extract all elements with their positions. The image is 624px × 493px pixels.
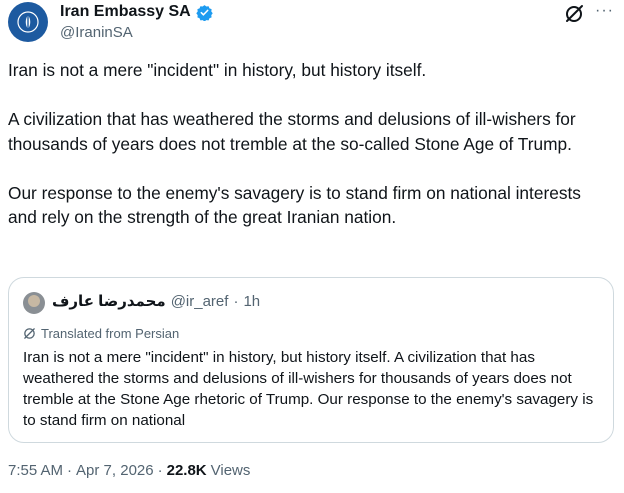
tweet-meta: 7:55 AM · Apr 7, 2026 · 22.8K Views — [8, 462, 250, 479]
separator: · — [67, 462, 73, 479]
translation-notice: Translated from Persian — [23, 326, 179, 341]
author-name-row: Iran Embassy SA — [60, 3, 213, 21]
tweet-paragraph: A civilization that has weathered the st… — [8, 109, 576, 154]
separator: · — [157, 462, 163, 479]
quoted-author-row: محمدرضا عارف @ir_aref · 1h — [52, 292, 260, 310]
quoted-author-name[interactable]: محمدرضا عارف — [52, 292, 166, 310]
author-display-name[interactable]: Iran Embassy SA — [60, 3, 191, 21]
tweet-paragraph: Our response to the enemy's savagery is … — [8, 182, 581, 228]
tweet-time[interactable]: 7:55 AM — [8, 462, 63, 479]
author-handle[interactable]: @IraninSA — [60, 24, 133, 41]
quoted-tweet-text: Iran is not a mere "incident" in history… — [23, 349, 594, 429]
translate-icon — [24, 328, 35, 339]
author-avatar[interactable] — [8, 2, 48, 42]
separator: · — [233, 293, 239, 310]
quoted-timestamp[interactable]: 1h — [243, 293, 260, 310]
verified-badge-icon — [196, 4, 213, 21]
quoted-author-avatar[interactable] — [23, 292, 45, 314]
translated-label: Translated from Persian — [41, 326, 180, 341]
tweet-text: Iran is not a mere "incident" in history… — [8, 58, 612, 230]
quoted-author-handle[interactable]: @ir_aref — [171, 293, 229, 310]
tweet-header: Iran Embassy SA @IraninSA ··· — [8, 2, 616, 46]
iran-emblem-icon — [17, 11, 39, 33]
tweet-paragraph: Iran is not a mere "incident" in history… — [8, 60, 427, 80]
quoted-tweet[interactable]: محمدرضا عارف @ir_aref · 1h Translated fr… — [8, 277, 614, 443]
more-options-icon[interactable]: ··· — [595, 2, 614, 20]
views-label: Views — [210, 462, 251, 479]
views-count: 22.8K — [166, 462, 207, 479]
grok-icon[interactable] — [564, 4, 584, 24]
tweet-date[interactable]: Apr 7, 2026 — [76, 462, 154, 479]
